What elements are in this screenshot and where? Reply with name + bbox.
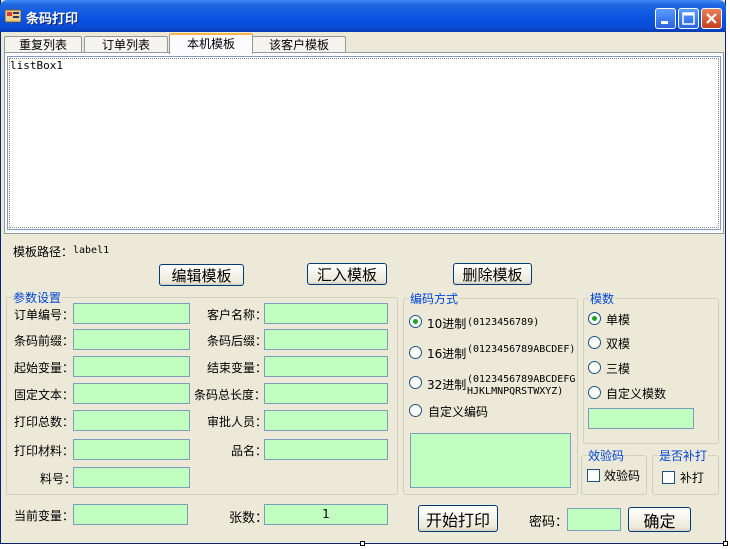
- reprint-checkbox-label: 补打: [680, 471, 705, 485]
- order-no-input[interactable]: [73, 303, 190, 324]
- confirm-button[interactable]: 确定: [628, 507, 691, 532]
- product-name-label: 品名：: [231, 444, 268, 458]
- app-icon: [4, 9, 22, 23]
- encoding-radio-hex[interactable]: [409, 346, 422, 359]
- password-label: 密码：: [529, 515, 569, 530]
- password-input[interactable]: [567, 508, 621, 531]
- reprint-checkbox[interactable]: [662, 471, 675, 484]
- encoding-legend: 编码方式: [409, 290, 460, 307]
- template-path-label: 模板路径：: [13, 245, 74, 259]
- encoding-option-hex: 16进制: [427, 347, 467, 361]
- end-var-input[interactable]: [264, 356, 388, 377]
- print-total-label: 打印总数：: [14, 415, 75, 429]
- modulus-option-single: 单模: [606, 313, 631, 327]
- current-var-label: 当前变量：: [14, 509, 75, 523]
- listbox-text: listBox1: [10, 59, 63, 72]
- maximize-button[interactable]: [678, 8, 699, 29]
- customer-name-label: 客户名称：: [207, 308, 268, 322]
- start-var-label: 起始变量：: [14, 361, 75, 375]
- tab-customer-template[interactable]: 该客户模板: [252, 36, 346, 53]
- window-title: 条码打印: [26, 12, 79, 27]
- barcode-length-input[interactable]: [264, 383, 388, 404]
- params-legend: 参数设置: [12, 289, 63, 306]
- custom-modulus-input[interactable]: [588, 408, 694, 429]
- current-var-input[interactable]: [73, 504, 188, 525]
- encoding-hint-base32-line2: HJKLMNPQRSTWXYZ): [467, 386, 564, 397]
- print-material-label: 打印材料：: [14, 444, 75, 458]
- end-var-label: 结束变量：: [207, 361, 268, 375]
- template-listbox[interactable]: [7, 56, 721, 230]
- fixed-text-label: 固定文本：: [14, 388, 75, 402]
- encoding-hint-decimal: (0123456789): [467, 317, 540, 328]
- sheets-input[interactable]: 1: [264, 504, 388, 525]
- modulus-option-double: 双模: [606, 337, 631, 351]
- template-path-value: label1: [73, 245, 110, 256]
- customer-name-input[interactable]: [264, 303, 388, 324]
- tab-local-template[interactable]: 本机模板: [169, 33, 253, 54]
- checksum-checkbox[interactable]: [587, 469, 600, 482]
- approver-label: 审批人员：: [207, 415, 268, 429]
- delete-template-button[interactable]: 删除模板: [453, 263, 532, 285]
- sheets-label: 张数：: [229, 511, 269, 526]
- reprint-legend: 是否补打: [658, 447, 709, 464]
- print-material-input[interactable]: [73, 439, 190, 460]
- encoding-option-base32: 32进制: [427, 378, 467, 392]
- maximize-icon: [682, 12, 695, 25]
- part-no-label: 料号：: [40, 472, 77, 486]
- import-template-button[interactable]: 汇入模板: [307, 263, 387, 285]
- encoding-radio-custom[interactable]: [409, 404, 422, 417]
- title-bar[interactable]: [0, 0, 726, 32]
- close-icon: [706, 13, 717, 24]
- edit-template-button[interactable]: 编辑模板: [159, 264, 244, 286]
- resize-grip-bottom[interactable]: [360, 541, 365, 546]
- resize-grip-corner[interactable]: [723, 541, 728, 546]
- barcode-suffix-label: 条码后缀：: [207, 334, 268, 348]
- encoding-hint-hex: (0123456789ABCDEF): [467, 344, 576, 355]
- part-no-input[interactable]: [73, 467, 190, 488]
- fixed-text-input[interactable]: [73, 383, 190, 404]
- modulus-legend: 模数: [589, 290, 616, 307]
- approver-input[interactable]: [264, 410, 388, 431]
- barcode-prefix-label: 条码前缀：: [14, 334, 75, 348]
- encoding-option-decimal: 10进制: [427, 317, 467, 331]
- close-button[interactable]: [701, 8, 722, 29]
- encoding-radio-base32[interactable]: [409, 376, 422, 389]
- barcode-prefix-input[interactable]: [73, 329, 190, 350]
- tab-order-list[interactable]: 订单列表: [84, 36, 168, 53]
- modulus-radio-double[interactable]: [588, 336, 601, 349]
- barcode-suffix-input[interactable]: [264, 329, 388, 350]
- order-no-label: 订单编号：: [14, 308, 75, 322]
- modulus-radio-custom[interactable]: [588, 386, 601, 399]
- checksum-legend: 效验码: [587, 447, 626, 464]
- print-total-input[interactable]: [73, 410, 190, 431]
- start-var-input[interactable]: [73, 356, 190, 377]
- modulus-option-triple: 三模: [606, 362, 631, 376]
- barcode-length-label: 条码总长度：: [194, 388, 267, 402]
- encoding-radio-decimal[interactable]: [409, 315, 422, 328]
- encoding-hint-base32-line1: (0123456789ABCDEFG: [467, 374, 576, 385]
- minimize-button[interactable]: [655, 8, 676, 29]
- tab-repeat-list[interactable]: 重复列表: [4, 36, 82, 53]
- modulus-option-custom: 自定义模数: [606, 387, 667, 401]
- product-name-input[interactable]: [264, 439, 388, 460]
- modulus-radio-triple[interactable]: [588, 361, 601, 374]
- modulus-radio-single[interactable]: [588, 312, 601, 325]
- minimize-icon: [661, 21, 668, 24]
- encoding-option-custom: 自定义编码: [428, 405, 489, 419]
- checksum-checkbox-label: 效验码: [604, 469, 641, 483]
- start-print-button[interactable]: 开始打印: [418, 505, 498, 532]
- custom-encoding-textarea[interactable]: [410, 433, 571, 488]
